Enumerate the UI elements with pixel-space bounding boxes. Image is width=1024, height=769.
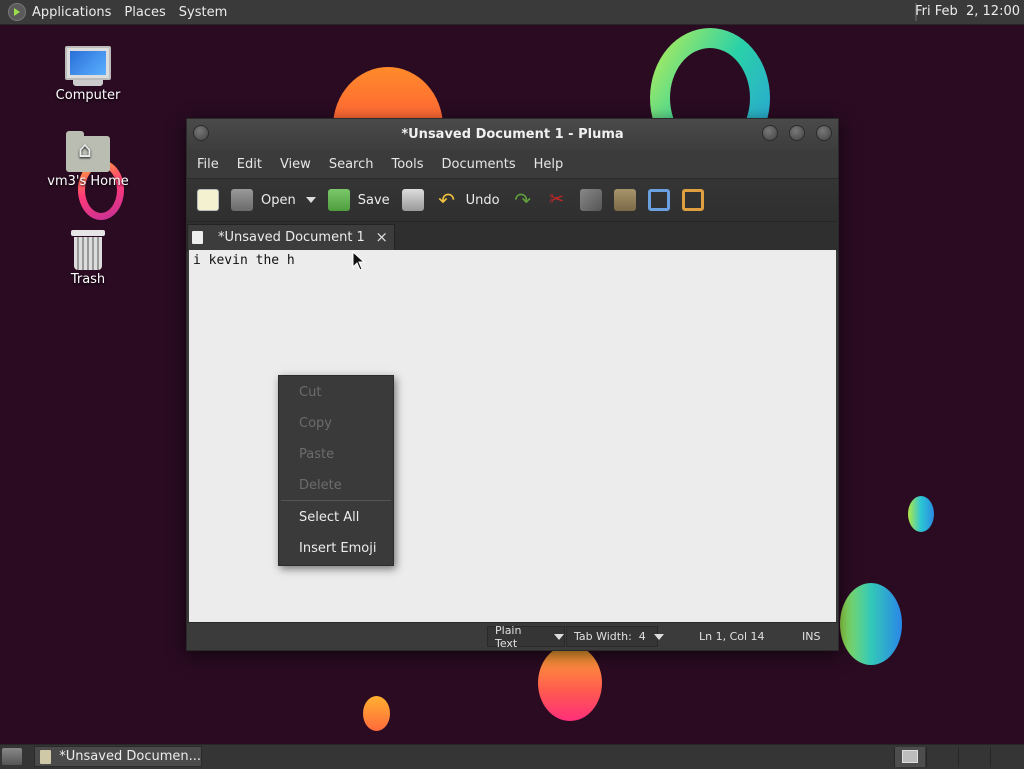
menu-documents[interactable]: Documents (442, 157, 516, 172)
save-button[interactable]: Save (327, 189, 390, 211)
cut-button[interactable]: ✂ (546, 189, 568, 211)
wallpaper-shape (908, 496, 934, 532)
clock[interactable]: Fri Feb 2, 12:00 (915, 4, 1020, 19)
new-document-icon (197, 189, 219, 211)
toolbar: Open Save ↶ Undo ↷ ✂ (187, 178, 838, 222)
magnifier-icon (647, 189, 670, 211)
close-button[interactable] (816, 125, 832, 141)
open-button[interactable]: Open (231, 189, 316, 211)
language-selector[interactable]: Plain Text (487, 623, 565, 650)
undo-icon: ↶ (438, 188, 456, 212)
print-button[interactable] (401, 189, 424, 211)
desktop-icon-computer[interactable]: Computer (38, 46, 138, 103)
workspace-4[interactable] (990, 747, 1021, 767)
copy-button[interactable] (579, 189, 602, 211)
menu-file[interactable]: File (197, 157, 219, 172)
panel-menu-places[interactable]: Places (124, 5, 165, 20)
mouse-pointer-icon (352, 251, 366, 271)
save-label: Save (357, 192, 390, 208)
editor-text: i kevin the h (193, 253, 295, 268)
workspace-1[interactable] (894, 747, 925, 767)
menu-view[interactable]: View (280, 157, 311, 172)
undo-label: Undo (465, 192, 500, 208)
computer-stand (73, 80, 103, 86)
window-titlebar[interactable]: *Unsaved Document 1 - Pluma (187, 119, 838, 150)
maximize-button[interactable] (789, 125, 805, 141)
wallpaper-shape (363, 696, 390, 731)
find-button[interactable] (647, 189, 670, 211)
context-select-all[interactable]: Select All (299, 510, 359, 525)
text-editor-icon (40, 749, 52, 764)
print-icon (401, 189, 424, 211)
tab-width-label: Tab Width: 4 (574, 630, 646, 643)
context-insert-emoji[interactable]: Insert Emoji (299, 541, 376, 556)
taskbar-item-pluma[interactable]: *Unsaved Documen... (34, 746, 202, 767)
paste-button[interactable] (613, 189, 636, 211)
tab-close-icon[interactable]: × (375, 228, 388, 246)
applications-logo-icon[interactable] (8, 3, 26, 21)
context-paste: Paste (299, 447, 335, 462)
wallpaper-shape (538, 645, 602, 721)
context-separator (281, 500, 391, 501)
replace-button[interactable] (681, 189, 704, 211)
workspace-3[interactable] (958, 747, 989, 767)
paste-icon (613, 189, 636, 211)
chevron-down-icon (653, 633, 664, 640)
taskbar-item-label: *Unsaved Documen... (59, 749, 201, 764)
open-label: Open (261, 192, 296, 208)
context-copy: Copy (299, 416, 332, 431)
insert-mode: INS (802, 630, 821, 643)
top-panel: Applications Places System Fri Feb 2, 12… (0, 0, 1024, 25)
panel-menu-system[interactable]: System (179, 5, 227, 20)
desktop-icon-home[interactable]: vm3's Home (38, 131, 138, 189)
tab-unsaved-document-1[interactable]: *Unsaved Document 1 × (187, 224, 395, 251)
desktop-icon-label: Trash (70, 272, 106, 287)
save-icon (327, 189, 350, 211)
copy-icon (579, 189, 602, 211)
minimize-button[interactable] (762, 125, 778, 141)
desktop-icon-label: Computer (55, 88, 121, 103)
bottom-panel: *Unsaved Documen... (0, 744, 1024, 769)
chevron-down-icon[interactable] (305, 197, 316, 203)
undo-button[interactable]: ↶ Undo (436, 188, 500, 212)
tab-label: *Unsaved Document 1 (218, 230, 365, 245)
chevron-down-icon (554, 633, 564, 640)
menu-search[interactable]: Search (329, 157, 374, 172)
window-title: *Unsaved Document 1 - Pluma (401, 127, 624, 142)
menu-tools[interactable]: Tools (391, 157, 423, 172)
statusbar: Plain Text Tab Width: 4 Ln 1, Col 14 INS (187, 622, 838, 650)
trash-icon (71, 230, 105, 270)
context-delete: Delete (299, 478, 342, 493)
open-folder-icon (231, 189, 253, 211)
find-replace-icon (681, 189, 704, 211)
desktop-icon-label: vm3's Home (47, 174, 129, 189)
new-button[interactable] (197, 189, 219, 211)
language-label: Plain Text (495, 623, 522, 650)
workspace-2[interactable] (926, 747, 957, 767)
redo-icon: ↷ (514, 188, 531, 212)
home-folder-icon (66, 131, 110, 172)
document-icon (192, 231, 203, 244)
computer-icon (65, 46, 111, 80)
context-cut: Cut (299, 385, 322, 400)
show-desktop-icon[interactable] (2, 748, 22, 765)
menubar: File Edit View Search Tools Documents He… (187, 150, 838, 178)
trash-can (74, 237, 102, 270)
menu-edit[interactable]: Edit (237, 157, 262, 172)
document-tabbar: *Unsaved Document 1 × (187, 222, 838, 251)
wallpaper-shape (840, 583, 902, 665)
panel-menu-applications[interactable]: Applications (32, 5, 111, 20)
scissors-icon: ✂ (549, 189, 565, 210)
redo-button[interactable]: ↷ (512, 189, 534, 211)
menu-help[interactable]: Help (534, 157, 564, 172)
cursor-position: Ln 1, Col 14 (699, 630, 765, 643)
context-menu: Cut Copy Paste Delete Select All Insert … (278, 375, 394, 566)
desktop-icon-trash[interactable]: Trash (38, 230, 138, 287)
tab-width-selector[interactable]: Tab Width: 4 (566, 626, 664, 647)
trash-lid (71, 230, 105, 236)
